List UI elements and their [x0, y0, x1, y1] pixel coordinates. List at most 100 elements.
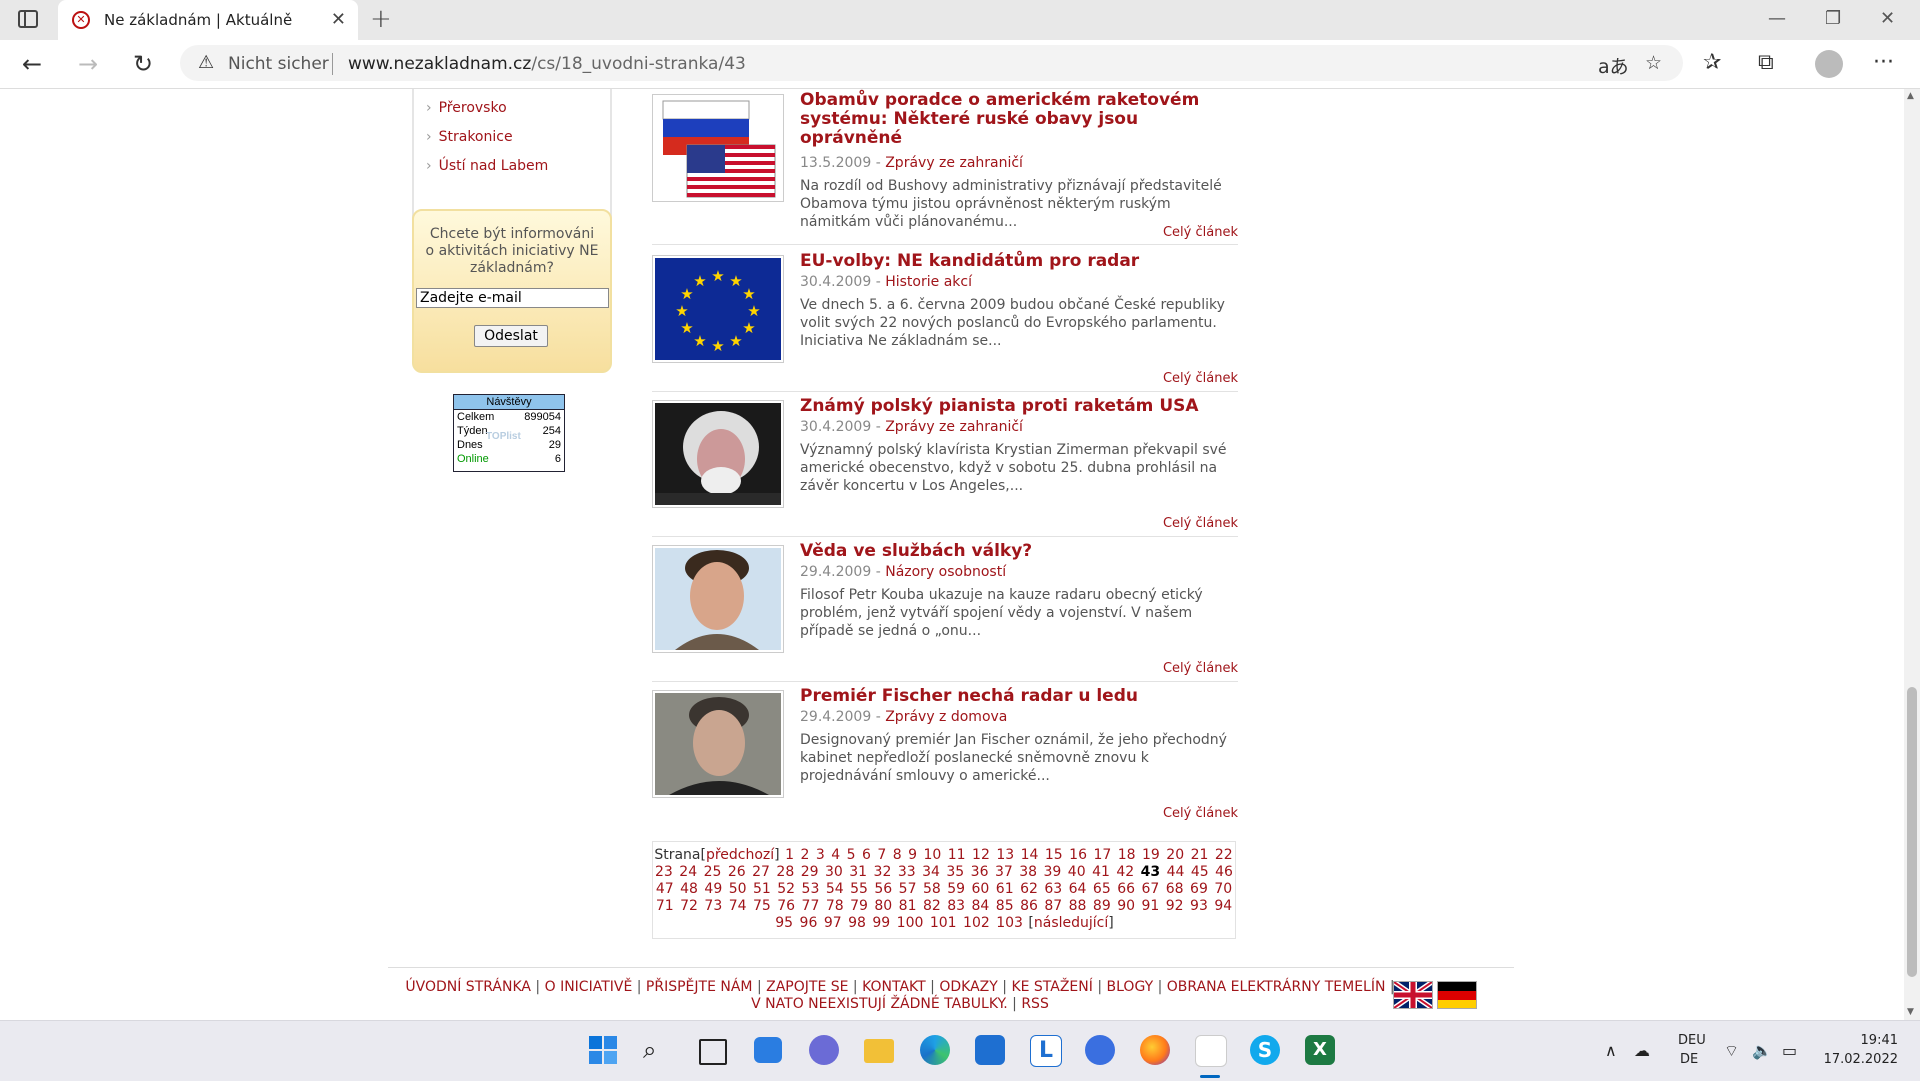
page-link[interactable]: 42 [1116, 864, 1134, 880]
footer-link[interactable]: Obrana Elektrárny Temelín [1167, 979, 1386, 995]
page-link[interactable]: 54 [826, 881, 844, 897]
read-more-link[interactable]: Celý článek [1163, 661, 1238, 676]
page-link[interactable]: 27 [752, 864, 770, 880]
article-category-link[interactable]: Zprávy ze zahraničí [885, 155, 1023, 171]
article-thumbnail[interactable] [652, 690, 784, 798]
article-category-link[interactable]: Názory osobností [885, 564, 1006, 580]
page-link[interactable]: 38 [1019, 864, 1037, 880]
chevron-up-icon[interactable]: ∧ [1605, 1041, 1617, 1060]
page-link[interactable]: 1 [785, 847, 794, 863]
footer-link[interactable]: Ke stažení [1011, 979, 1092, 995]
page-link[interactable]: 25 [704, 864, 722, 880]
page-link[interactable]: 101 [930, 915, 957, 931]
page-link[interactable]: 5 [847, 847, 856, 863]
file-explorer-icon[interactable] [864, 1039, 894, 1063]
favorites-icon[interactable]: ✰ [1703, 50, 1721, 75]
article-title-link[interactable]: Premiér Fischer nechá radar u ledu [800, 687, 1220, 706]
teams-chat-icon[interactable] [809, 1035, 839, 1065]
add-favorite-icon[interactable]: ☆ [1645, 52, 1662, 74]
footer-link[interactable]: Kontakt [862, 979, 926, 995]
page-link[interactable]: 81 [899, 898, 917, 914]
page-link[interactable]: 12 [972, 847, 990, 863]
task-view-icon[interactable] [699, 1039, 727, 1065]
page-link[interactable]: 68 [1166, 881, 1184, 897]
page-link[interactable]: 24 [679, 864, 697, 880]
url-text[interactable]: www.nezakladnam.cz/cs/18_uvodni-stranka/… [348, 54, 746, 74]
page-link[interactable]: 39 [1044, 864, 1062, 880]
page-link[interactable]: 70 [1214, 881, 1232, 897]
article-category-link[interactable]: Zprávy z domova [885, 709, 1007, 725]
footer-link[interactable]: RSS [1021, 996, 1049, 1012]
page-link[interactable]: 2 [800, 847, 809, 863]
read-more-link[interactable]: Celý článek [1163, 806, 1238, 821]
browser-tab[interactable]: ✕ Ne základnám | Aktuálně ✕ [58, 0, 358, 40]
more-menu-icon[interactable]: ··· [1873, 50, 1894, 75]
page-link[interactable]: 89 [1093, 898, 1111, 914]
excel-icon[interactable]: X [1305, 1035, 1335, 1065]
article-title-link[interactable]: EU-volby: NE kandidátům pro radar [800, 252, 1220, 271]
region-link[interactable]: Ústí nad Labem [426, 158, 549, 174]
page-link[interactable]: 60 [972, 881, 990, 897]
page-link[interactable]: 4 [831, 847, 840, 863]
page-link[interactable]: 64 [1069, 881, 1087, 897]
page-link[interactable]: 72 [680, 898, 698, 914]
article-thumbnail[interactable] [652, 545, 784, 653]
clock-date[interactable]: 17.02.2022 [1824, 1052, 1898, 1067]
page-link[interactable]: 20 [1166, 847, 1184, 863]
page-link[interactable]: 96 [800, 915, 818, 931]
page-link[interactable]: 14 [1021, 847, 1039, 863]
page-link[interactable]: 74 [729, 898, 747, 914]
page-link[interactable]: 65 [1093, 881, 1111, 897]
page-link[interactable]: 73 [704, 898, 722, 914]
page-link[interactable]: 32 [874, 864, 892, 880]
page-link[interactable]: 15 [1045, 847, 1063, 863]
search-icon[interactable]: ⌕ [643, 1036, 656, 1064]
page-link[interactable]: 82 [923, 898, 941, 914]
read-more-link[interactable]: Celý článek [1163, 371, 1238, 386]
not-secure-label[interactable]: Nicht sicher [228, 54, 329, 74]
tab-actions-icon[interactable] [18, 10, 38, 28]
page-link[interactable]: 94 [1214, 898, 1232, 914]
page-link[interactable]: 61 [996, 881, 1014, 897]
footer-link[interactable]: V NATO neexistují žádné tabulky. [751, 996, 1008, 1012]
page-link[interactable]: 102 [963, 915, 990, 931]
close-window-icon[interactable]: ✕ [1880, 8, 1895, 29]
page-link[interactable]: 98 [848, 915, 866, 931]
read-aloud-icon[interactable]: aあ [1598, 52, 1629, 79]
volume-icon[interactable]: 🔈 [1752, 1041, 1772, 1060]
page-link[interactable]: 9 [908, 847, 917, 863]
page-link[interactable]: 18 [1118, 847, 1136, 863]
page-link[interactable]: 13 [996, 847, 1014, 863]
keyboard-layout[interactable]: DE [1680, 1052, 1698, 1067]
article-category-link[interactable]: Zprávy ze zahraničí [885, 419, 1023, 435]
region-link[interactable]: Přerovsko [426, 100, 507, 116]
page-link[interactable]: 26 [728, 864, 746, 880]
page-link[interactable]: 52 [777, 881, 795, 897]
page-link[interactable]: 97 [824, 915, 842, 931]
page-link[interactable]: 51 [753, 881, 771, 897]
footer-link[interactable]: O iniciativě [545, 979, 633, 995]
page-scrollbar[interactable]: ▲ ▼ [1904, 89, 1920, 1020]
page-link[interactable]: 3 [816, 847, 825, 863]
next-page-link[interactable]: následující [1034, 915, 1108, 931]
page-link[interactable]: 31 [849, 864, 867, 880]
page-link[interactable]: 17 [1093, 847, 1111, 863]
email-field[interactable] [416, 288, 609, 308]
page-link[interactable]: 92 [1166, 898, 1184, 914]
page-link[interactable]: 41 [1092, 864, 1110, 880]
page-link[interactable]: 79 [850, 898, 868, 914]
region-link[interactable]: Strakonice [426, 129, 513, 145]
page-link[interactable]: 75 [753, 898, 771, 914]
scrollbar-thumb[interactable] [1907, 687, 1917, 977]
store-icon[interactable] [975, 1035, 1005, 1065]
page-link[interactable]: 99 [872, 915, 890, 931]
page-link[interactable]: 35 [946, 864, 964, 880]
page-link[interactable]: 23 [655, 864, 673, 880]
start-icon[interactable] [588, 1035, 618, 1065]
page-link[interactable]: 90 [1117, 898, 1135, 914]
page-link[interactable]: 67 [1141, 881, 1159, 897]
forward-icon[interactable]: → [78, 50, 98, 78]
page-link[interactable]: 91 [1141, 898, 1159, 914]
wifi-icon[interactable]: ⌔ [1724, 1041, 1739, 1061]
article-category-link[interactable]: Historie akcí [885, 274, 972, 290]
